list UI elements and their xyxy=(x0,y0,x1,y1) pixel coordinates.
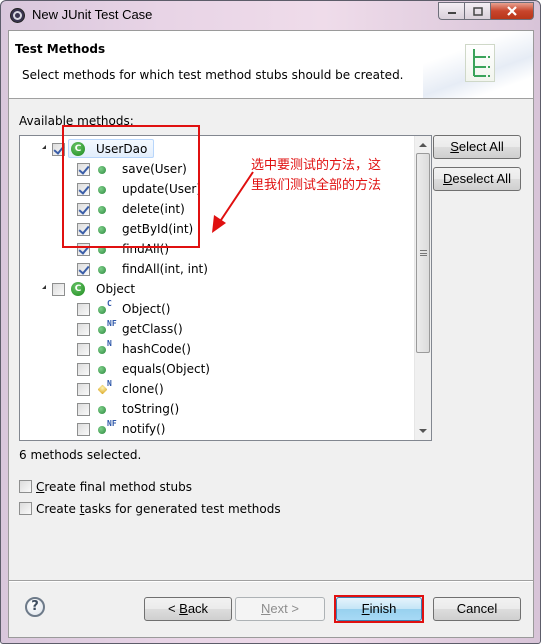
method-name: Object() xyxy=(122,302,171,316)
public-method-icon xyxy=(98,266,106,274)
expand-toggle-icon[interactable] xyxy=(42,145,46,149)
tree-method-node[interactable]: NhashCode() xyxy=(20,339,415,359)
tree-class-node[interactable]: C Object xyxy=(20,279,415,299)
method-modifier-badge: C xyxy=(107,299,112,308)
public-method-icon xyxy=(98,326,106,334)
method-modifier-badge: NF xyxy=(107,419,117,428)
scroll-down-arrow-icon[interactable] xyxy=(419,429,427,433)
method-name: toString() xyxy=(122,402,180,416)
scroll-grip-icon xyxy=(420,250,427,256)
select-all-button[interactable]: Select All xyxy=(433,135,521,159)
scroll-up-arrow-icon[interactable] xyxy=(419,143,427,147)
footer-separator xyxy=(9,580,533,582)
protected-method-icon xyxy=(97,384,108,395)
method-modifier-badge: NF xyxy=(107,319,117,328)
method-checkbox[interactable] xyxy=(77,423,90,436)
wizard-header: Test Methods Select methods for which te… xyxy=(9,31,533,99)
finish-highlight-annotation xyxy=(334,595,424,623)
annotation-note: 选中要测试的方法，这 里我们测试全部的方法 xyxy=(251,156,421,196)
page-description: Select methods for which test method stu… xyxy=(22,68,404,82)
junit-wizard-icon xyxy=(465,44,495,82)
class-icon: C xyxy=(71,282,85,296)
create-final-stubs-checkbox[interactable] xyxy=(19,480,32,493)
button-accelerator: S xyxy=(450,139,459,154)
help-icon: ? xyxy=(31,599,39,614)
method-modifier-badge: N xyxy=(107,379,112,388)
deselect-all-button[interactable]: Deselect All xyxy=(433,167,521,191)
button-label: eselect All xyxy=(452,171,511,186)
method-checkbox[interactable] xyxy=(77,403,90,416)
expand-toggle-icon[interactable] xyxy=(42,285,46,289)
minimize-icon xyxy=(447,12,456,14)
class-name: Object xyxy=(96,282,136,296)
tree-method-node[interactable]: Nclone() xyxy=(20,379,415,399)
help-button[interactable]: ? xyxy=(25,597,45,617)
back-button[interactable]: < Back xyxy=(144,597,232,621)
public-method-icon xyxy=(98,346,106,354)
tree-method-node[interactable]: NF getClass() xyxy=(20,319,415,339)
annotation-line-2: 里我们测试全部的方法 xyxy=(251,178,382,193)
tree-method-node[interactable]: equals(Object) xyxy=(20,359,415,379)
eclipse-app-icon xyxy=(10,8,25,23)
annotation-line-1: 选中要测试的方法，这 xyxy=(251,158,382,173)
tree-method-node[interactable]: NF notify() xyxy=(20,419,415,439)
create-tasks-checkbox[interactable] xyxy=(19,502,32,515)
button-label: elect All xyxy=(458,139,504,154)
option-label: Create final method stubs xyxy=(36,480,192,494)
method-checkbox[interactable] xyxy=(77,343,90,356)
public-method-icon xyxy=(98,406,106,414)
dialog-client-area: Test Methods Select methods for which te… xyxy=(8,30,534,638)
method-name: clone() xyxy=(122,382,164,396)
method-modifier-badge: N xyxy=(107,339,112,348)
close-button[interactable] xyxy=(490,2,534,20)
method-checkbox[interactable] xyxy=(77,383,90,396)
method-name: hashCode() xyxy=(122,342,191,356)
method-name: getClass() xyxy=(122,322,183,336)
class-checkbox[interactable] xyxy=(52,283,65,296)
button-label: Cancel xyxy=(456,601,498,616)
window-title: New JUnit Test Case xyxy=(32,7,153,22)
title-bar[interactable]: New JUnit Test Case xyxy=(1,1,540,30)
selected-methods-highlight-annotation xyxy=(62,125,200,248)
method-checkbox[interactable] xyxy=(77,363,90,376)
minimize-button[interactable] xyxy=(438,2,464,20)
maximize-icon xyxy=(472,6,483,16)
option-label: Create tasks for generated test methods xyxy=(36,502,281,516)
button-accelerator: D xyxy=(443,171,453,186)
method-name: equals(Object) xyxy=(122,362,210,376)
selected-count-status: 6 methods selected. xyxy=(19,448,142,462)
public-method-icon xyxy=(98,306,106,314)
public-method-icon xyxy=(98,426,106,434)
tree-method-node[interactable]: findAll(int, int) xyxy=(20,259,415,279)
next-button[interactable]: Next > xyxy=(235,597,325,621)
method-checkbox[interactable] xyxy=(77,303,90,316)
method-name: notify() xyxy=(122,422,166,436)
public-method-icon xyxy=(98,366,106,374)
page-title: Test Methods xyxy=(15,42,106,56)
close-icon xyxy=(507,6,517,16)
cancel-button[interactable]: Cancel xyxy=(433,597,521,621)
method-checkbox[interactable] xyxy=(77,263,90,276)
tree-method-node[interactable]: C Object() xyxy=(20,299,415,319)
method-checkbox[interactable] xyxy=(77,323,90,336)
method-name: findAll(int, int) xyxy=(122,262,208,276)
dialog-window: New JUnit Test Case Test Methods Select … xyxy=(0,0,541,644)
maximize-button[interactable] xyxy=(464,2,490,20)
tree-method-node[interactable]: toString() xyxy=(20,399,415,419)
